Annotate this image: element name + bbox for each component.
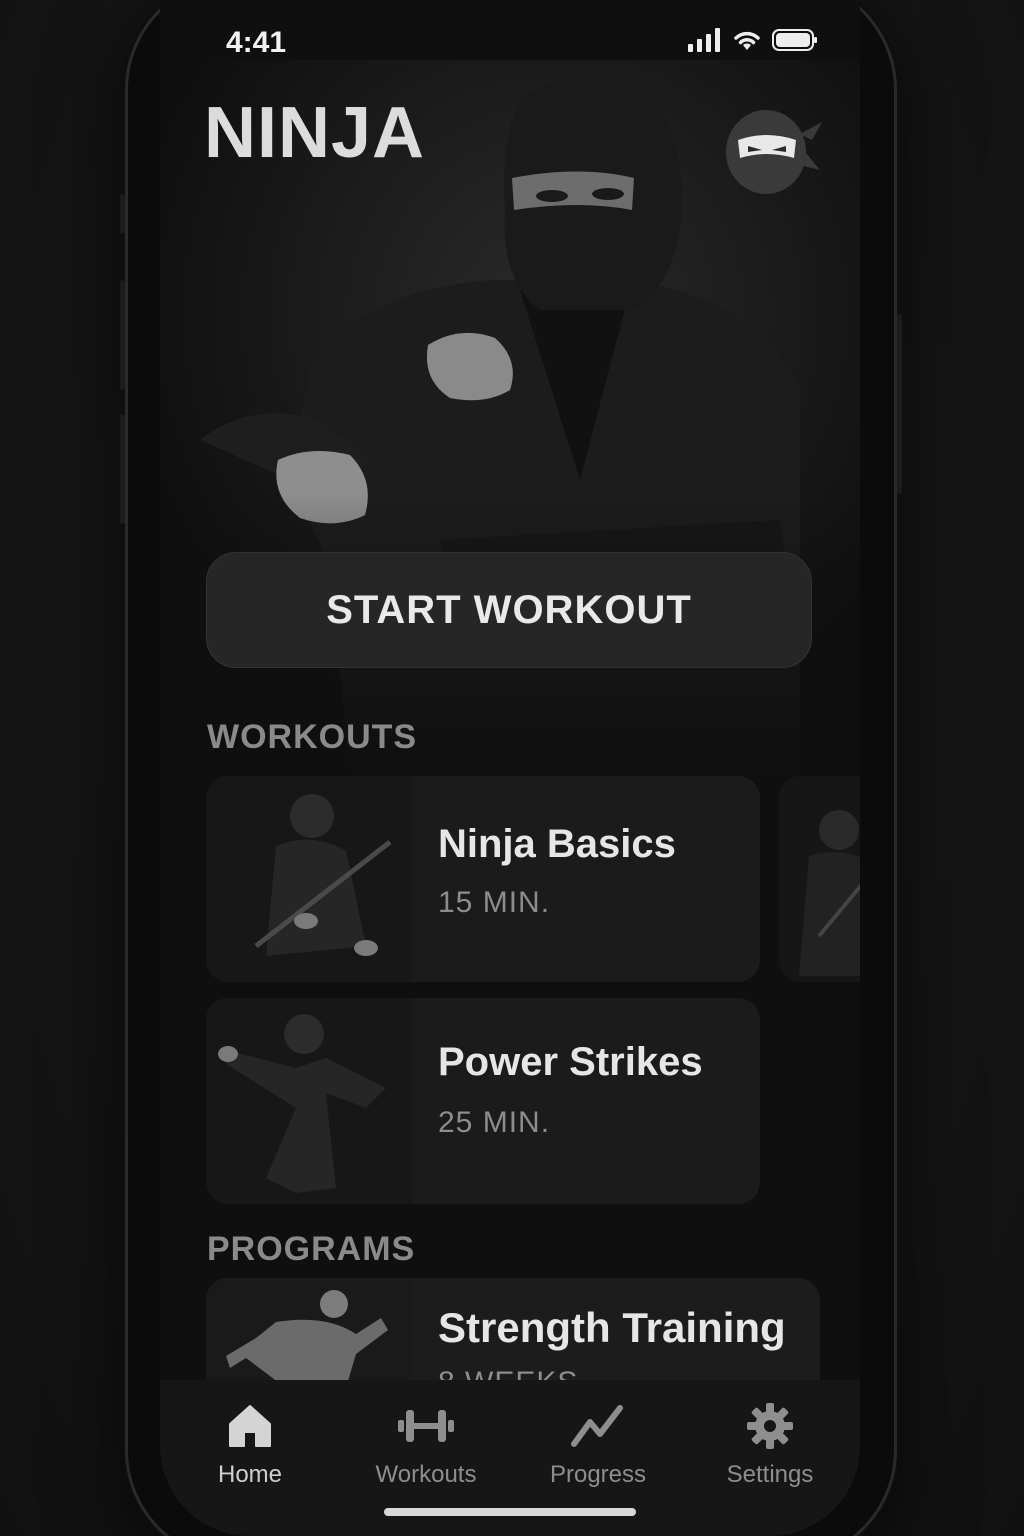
workout-card-peek[interactable]	[779, 776, 860, 982]
tab-home[interactable]: Home	[170, 1402, 330, 1489]
workout-title: Power Strikes	[438, 1040, 703, 1084]
trend-line-icon	[571, 1405, 623, 1447]
tab-workouts[interactable]: Workouts	[346, 1402, 506, 1489]
app-screen: 4:41 NINJA START WORKOUT WORKOUTS Ninja …	[160, 0, 860, 1536]
ninja-avatar-icon[interactable]	[720, 100, 824, 196]
home-icon	[229, 1405, 271, 1447]
tab-label: Workouts	[375, 1461, 477, 1488]
status-time: 4:41	[226, 26, 287, 59]
tab-progress[interactable]: Progress	[518, 1402, 678, 1489]
tab-label: Progress	[549, 1461, 647, 1488]
workout-duration: 25 MIN.	[438, 1106, 551, 1139]
program-title: Strength Training	[438, 1304, 786, 1351]
device-backdrop: 4:41 NINJA START WORKOUT WORKOUTS Ninja …	[0, 0, 1024, 1536]
workouts-section-title: WORKOUTS	[207, 718, 418, 756]
tab-label: Home	[217, 1461, 283, 1488]
tab-label: Settings	[726, 1461, 814, 1488]
start-workout-button[interactable]: START WORKOUT	[206, 552, 812, 668]
gear-icon	[747, 1403, 793, 1449]
status-bar: 4:41	[160, 0, 860, 80]
app-title: NINJA	[204, 93, 426, 173]
workout-card[interactable]: Power Strikes 25 MIN.	[206, 998, 760, 1204]
cellular-signal-icon	[688, 28, 720, 52]
workout-title: Ninja Basics	[438, 822, 676, 866]
programs-section-title: PROGRAMS	[207, 1230, 416, 1268]
battery-icon	[772, 29, 817, 51]
workout-thumbnail	[206, 776, 412, 982]
wifi-icon	[734, 31, 760, 50]
workout-thumbnail	[206, 998, 412, 1204]
home-indicator[interactable]	[384, 1508, 636, 1516]
dumbbell-icon	[398, 1410, 454, 1442]
tab-settings[interactable]: Settings	[690, 1402, 850, 1489]
workout-duration: 15 MIN.	[438, 886, 551, 919]
workout-card[interactable]: Ninja Basics 15 MIN.	[206, 776, 760, 982]
